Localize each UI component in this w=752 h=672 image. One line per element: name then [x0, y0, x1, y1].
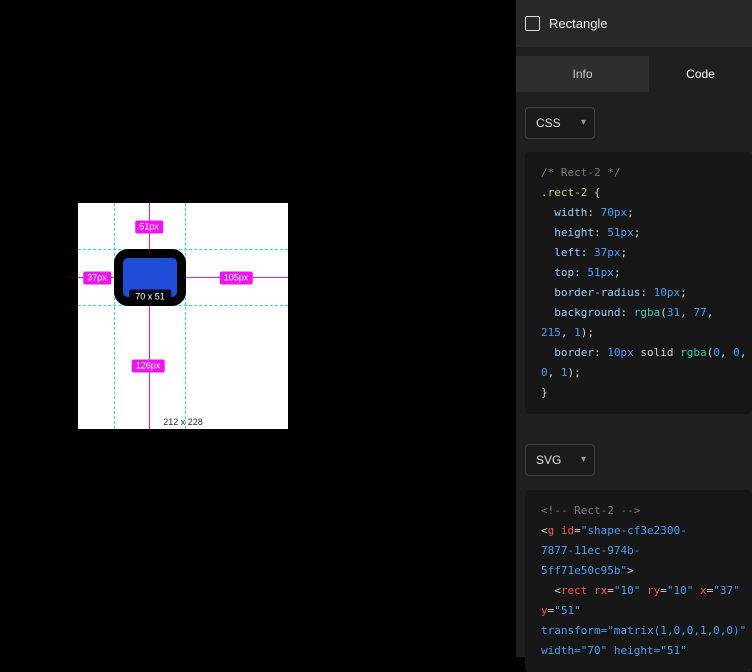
distance-badge-right: 105px: [220, 272, 253, 285]
canvas-area[interactable]: 51px 37px 105px 126px 70 x 51 212 x 228: [0, 0, 516, 657]
distance-badge-left: 37px: [83, 272, 111, 285]
svg-code-block: <!-- Rect-2 --><g id="shape-cf3e2300-787…: [525, 490, 752, 672]
css-language-value: CSS: [536, 116, 561, 130]
board-size-label: 212 x 228: [163, 417, 203, 427]
snap-guide-bottom: [78, 305, 288, 306]
distance-badge-bottom: 126px: [132, 360, 165, 373]
layer-name-label: Rectangle: [549, 16, 608, 31]
layer-header: Rectangle: [516, 0, 752, 47]
right-sidebar: Rectangle Info Code CSS ▾ /* Rect-2 */.r…: [516, 0, 752, 657]
shape-size-badge: 70 x 51: [129, 290, 171, 305]
snap-guide-left: [114, 203, 115, 429]
snap-guide-top: [78, 249, 288, 250]
chevron-down-icon: ▾: [581, 455, 586, 465]
layer-checkbox[interactable]: [525, 16, 540, 31]
svg-language-value: SVG: [536, 453, 561, 467]
tab-info-label: Info: [572, 67, 592, 81]
svg-language-select[interactable]: SVG ▾: [525, 444, 595, 476]
chevron-down-icon: ▾: [581, 118, 586, 128]
css-code-block: /* Rect-2 */.rect-2 { width: 70px; heigh…: [525, 152, 752, 414]
artboard[interactable]: 51px 37px 105px 126px 70 x 51 212 x 228: [78, 203, 288, 429]
sidebar-tabs: Info Code: [516, 56, 752, 92]
tab-code-label: Code: [686, 67, 715, 81]
tab-info[interactable]: Info: [516, 56, 649, 92]
tab-code[interactable]: Code: [649, 56, 752, 92]
distance-badge-top: 51px: [135, 221, 163, 234]
css-language-select[interactable]: CSS ▾: [525, 107, 595, 139]
snap-guide-right: [185, 203, 186, 429]
